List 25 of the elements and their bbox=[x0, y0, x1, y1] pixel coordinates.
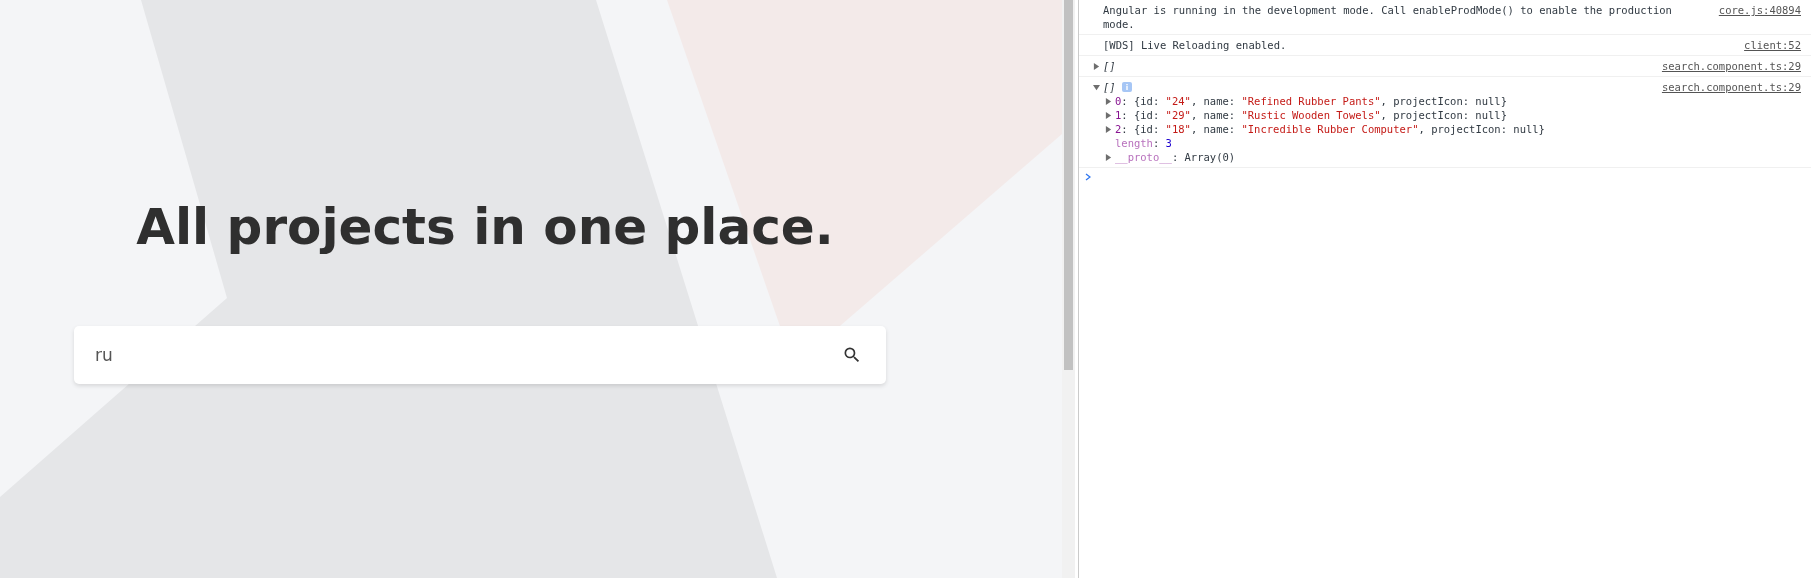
source-link[interactable]: search.component.ts:29 bbox=[1661, 80, 1801, 164]
caret-icon[interactable] bbox=[1105, 111, 1112, 119]
search-field[interactable]: ru bbox=[93, 344, 842, 366]
console-line: 1: {id: "29", name: "Rustic Wooden Towels", projectIcon: null} bbox=[1115, 108, 1507, 122]
console-line: __proto__: Array(0) bbox=[1115, 150, 1236, 164]
source-link[interactable]: client:52 bbox=[1744, 38, 1801, 52]
search-bar[interactable]: ru bbox=[74, 326, 886, 384]
array-label[interactable]: [] bbox=[1103, 59, 1116, 73]
console-line: 2: {id: "18", name: "Incredible Rubber Computer", projectIcon: null} bbox=[1115, 122, 1545, 136]
array-label[interactable]: [] bbox=[1103, 80, 1116, 94]
caret-icon[interactable] bbox=[1105, 153, 1112, 161]
caret-icon[interactable] bbox=[1105, 125, 1112, 133]
page-heading: All projects in one place. bbox=[136, 198, 834, 256]
caret-icon[interactable] bbox=[1093, 62, 1100, 70]
caret-icon[interactable] bbox=[1105, 97, 1112, 105]
console-message: [WDS] Live Reloading enabled. bbox=[1103, 38, 1287, 52]
scrollbar[interactable] bbox=[1062, 0, 1075, 578]
caret-icon[interactable] bbox=[1093, 83, 1100, 91]
console-line: 0: {id: "24", name: "Refined Rubber Pants", projectIcon: null} bbox=[1115, 94, 1507, 108]
source-link[interactable]: search.component.ts:29 bbox=[1661, 59, 1801, 73]
console-line: length: 3 bbox=[1115, 136, 1172, 150]
source-link[interactable]: core.js:40894 bbox=[1718, 3, 1801, 31]
prompt-icon bbox=[1085, 173, 1091, 181]
search-icon[interactable] bbox=[842, 345, 862, 365]
console-message: Angular is running in the development mode. Call enableProdMode() to enable the production mode. bbox=[1103, 3, 1673, 31]
